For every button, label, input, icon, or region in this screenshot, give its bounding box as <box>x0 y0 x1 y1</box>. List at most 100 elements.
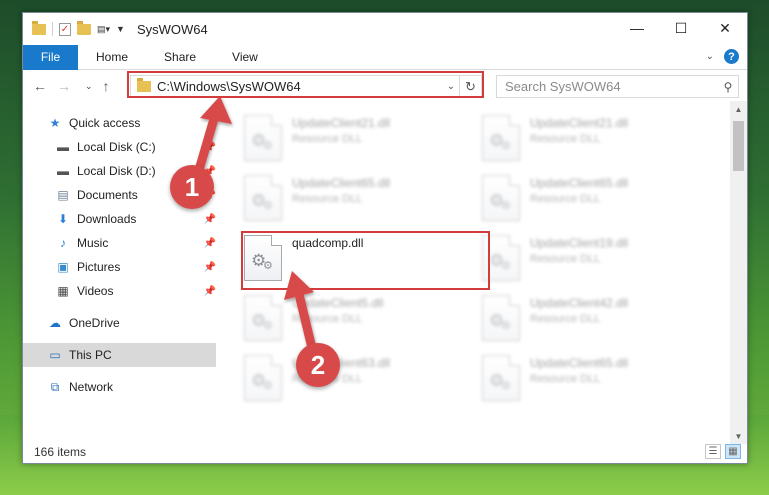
gear-icon: ⚙ <box>263 380 273 392</box>
sidebar-item-label: Local Disk (C:) <box>77 140 156 154</box>
recent-locations-button[interactable]: ⌄ <box>85 81 93 92</box>
properties-icon[interactable]: ✓ <box>59 22 71 36</box>
file-item[interactable]: ⚙ ⚙ UpdateClient21.dll Resource DLL <box>482 113 707 169</box>
file-item[interactable]: ⚙ ⚙ UpdateClient65.dll Resource DLL <box>482 173 707 229</box>
file-name: UpdateClient65.dll <box>530 176 629 190</box>
file-name: UpdateClient42.dll <box>530 296 629 310</box>
file-name: UpdateClient19.dll <box>530 236 629 250</box>
close-button[interactable]: ✕ <box>703 13 747 43</box>
file-item[interactable]: ⚙ ⚙ UpdateClient65.dll Resource DLL <box>244 173 469 229</box>
file-name: UpdateClient65.dll <box>530 356 629 370</box>
ribbon-tabs: File Home Share View ⌄ ? <box>23 44 747 70</box>
step-2-badge: 2 <box>296 343 340 387</box>
minimize-button[interactable]: — <box>615 13 659 43</box>
window-title: SysWOW64 <box>136 21 208 37</box>
file-item[interactable]: ⚙ ⚙ UpdateClient21.dll Resource DLL <box>244 113 469 169</box>
tab-share[interactable]: Share <box>146 50 214 64</box>
sidebar-item-this-pc[interactable]: ▭ This PC <box>23 343 216 367</box>
pin-icon: 📌 <box>203 261 216 273</box>
file-name: UpdateClient21.dll <box>292 116 391 130</box>
dll-file-icon: ⚙ ⚙ <box>244 115 282 161</box>
view-buttons: ☰ ▦ <box>705 444 741 459</box>
file-item[interactable]: ⚙⚙ UpdateClient63.dllResource DLL <box>244 353 469 409</box>
file-type: Resource DLL <box>530 253 601 265</box>
details-view-icon[interactable]: ☰ <box>705 444 721 459</box>
forward-button[interactable]: → <box>57 78 71 94</box>
file-type: Resource DLL <box>292 133 363 145</box>
help-icon[interactable]: ? <box>724 49 739 64</box>
gear-icon: ⚙ <box>263 140 273 152</box>
customize-toolbar-icon[interactable]: ▤▾ <box>97 24 110 35</box>
vertical-scrollbar[interactable]: ▲ ▼ <box>730 101 747 444</box>
status-bar: 166 items ☰ ▦ <box>23 441 747 463</box>
sidebar-item-network[interactable]: ⧉ Network <box>47 375 216 399</box>
sidebar-item-label: Music <box>77 236 109 250</box>
dll-file-icon: ⚙ ⚙ <box>244 175 282 221</box>
sidebar-item-downloads[interactable]: ⬇ Downloads 📌 <box>55 207 216 231</box>
file-item[interactable]: ⚙ ⚙ UpdateClient19.dll Resource DLL <box>482 233 707 289</box>
file-item[interactable]: ⚙ ⚙ UpdateClient65.dll Resource DLL <box>482 353 707 409</box>
sidebar-item-label: Downloads <box>77 212 137 226</box>
star-icon: ★ <box>49 116 61 130</box>
sidebar-item-videos[interactable]: ▦ Videos 📌 <box>55 279 216 303</box>
sidebar-item-onedrive[interactable]: ☁ OneDrive <box>47 311 216 335</box>
file-type: Resource DLL <box>292 193 363 205</box>
file-type: Resource DLL <box>292 313 363 325</box>
scroll-up-icon[interactable]: ▲ <box>730 101 747 117</box>
pin-icon: 📌 <box>203 213 216 225</box>
sidebar-item-label: Videos <box>77 284 114 298</box>
sidebar-item-label: Quick access <box>69 116 141 130</box>
file-type: Resource DLL <box>530 373 601 385</box>
search-box[interactable]: ⚲ <box>496 75 739 98</box>
file-name: UpdateClient65.dll <box>292 176 391 190</box>
gear-icon: ⚙ <box>501 200 511 212</box>
dll-file-icon: ⚙ ⚙ <box>482 355 520 401</box>
tab-view[interactable]: View <box>214 50 276 64</box>
cloud-icon: ☁ <box>49 316 61 330</box>
quick-access-toolbar: ✓ ▤▾ ▼ <box>23 20 125 36</box>
tab-home[interactable]: Home <box>78 50 146 64</box>
sidebar-item-pictures[interactable]: ▣ Pictures 📌 <box>55 255 216 279</box>
gear-icon: ⚙ <box>263 320 273 332</box>
file-item[interactable]: ⚙ ⚙ UpdateClient5.dll Resource DLL <box>244 293 469 349</box>
gear-icon: ⚙ <box>501 320 511 332</box>
file-type: Resource DLL <box>530 193 601 205</box>
file-item[interactable]: ⚙ ⚙ UpdateClient42.dll Resource DLL <box>482 293 707 349</box>
folder-icon <box>32 20 46 35</box>
file-list: ⚙ ⚙ UpdateClient21.dll Resource DLL ⚙ ⚙ Upd… <box>220 109 732 439</box>
up-button[interactable]: ↑ <box>103 78 110 94</box>
sidebar-item-music[interactable]: ♪ Music 📌 <box>55 231 216 255</box>
gear-icon: ⚙ <box>263 200 273 212</box>
new-folder-icon[interactable] <box>77 20 91 35</box>
toolbar-divider <box>52 22 53 36</box>
videos-icon: ▦ <box>57 284 69 298</box>
drive-icon: ▬ <box>57 140 69 154</box>
file-name: UpdateClient5.dll <box>292 296 384 310</box>
file-type: Resource DLL <box>530 313 601 325</box>
computer-icon: ▭ <box>49 348 61 362</box>
file-type: Resource DLL <box>530 133 601 145</box>
dll-file-icon: ⚙ ⚙ <box>244 295 282 341</box>
back-button[interactable]: ← <box>33 78 47 94</box>
dll-file-icon: ⚙ ⚙ <box>482 295 520 341</box>
sidebar-item-local-disk-c[interactable]: ▬ Local Disk (C:) 📌 <box>55 135 216 159</box>
pin-icon: 📌 <box>203 285 216 297</box>
search-icon[interactable]: ⚲ <box>718 80 738 94</box>
tab-file[interactable]: File <box>23 44 78 70</box>
download-icon: ⬇ <box>57 212 69 226</box>
pin-icon: 📌 <box>203 141 216 153</box>
sidebar-item-label: Pictures <box>77 260 121 274</box>
search-input[interactable] <box>505 79 718 94</box>
scroll-thumb[interactable] <box>733 121 744 171</box>
tiles-view-icon[interactable]: ▦ <box>725 444 741 459</box>
window-controls: — ☐ ✕ <box>615 13 747 43</box>
expand-ribbon-icon[interactable]: ⌄ <box>706 51 714 62</box>
pictures-icon: ▣ <box>57 260 69 274</box>
sidebar-item-quick-access[interactable]: ★ Quick access <box>47 111 216 135</box>
maximize-button[interactable]: ☐ <box>659 13 703 43</box>
sidebar-item-label: Documents <box>77 188 138 202</box>
gear-icon: ⚙ <box>501 260 511 272</box>
pin-icon: 📌 <box>203 237 216 249</box>
ribbon-right: ⌄ ? <box>706 49 739 64</box>
chevron-down-icon[interactable]: ▼ <box>116 24 125 34</box>
